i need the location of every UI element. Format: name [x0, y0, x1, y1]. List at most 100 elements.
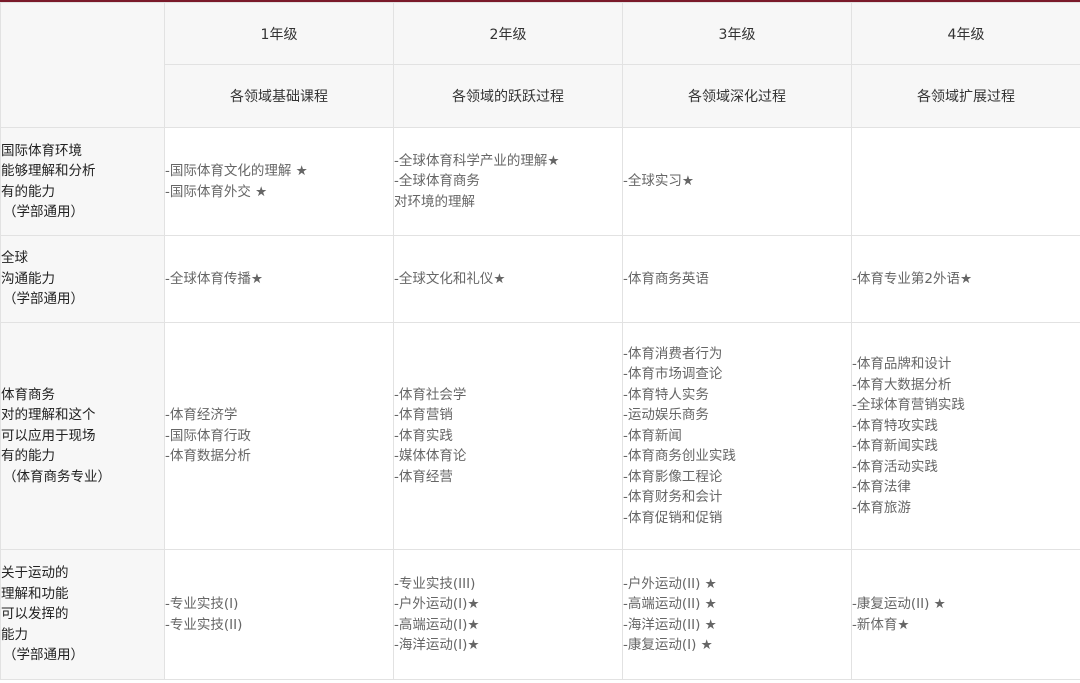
course-cell: -体育消费者行为 -体育市场调查论 -体育特人实务 -运动娱乐商务 -体育新闻 -体育商务… — [622, 322, 852, 550]
course-item: -新体育★ — [852, 616, 910, 633]
competency-header: 关于运动的理解和功能可以发挥的能力 （学部通用） — [0, 549, 165, 680]
course-item: -体育旅游 — [852, 499, 911, 516]
course-item: -体育消费者行为 — [623, 345, 723, 362]
course-item: -运动娱乐商务 — [623, 407, 709, 424]
course-cell: -体育专业第2外语★ — [851, 235, 1080, 323]
course-item: -国际体育行政 — [165, 427, 251, 444]
course-item: -体育商务英语 — [623, 270, 709, 287]
table-row: 体育商务对的理解和这个 可以应用于现场 有的能力 （体育商务专业） -体育经济学 -国际体… — [0, 322, 1080, 550]
course-cell: -体育经济学 -国际体育行政 -体育数据分析 — [164, 322, 394, 550]
course-item: -体育新闻实践 — [852, 438, 938, 454]
course-cell: -体育品牌和设计 -体育大数据分析 -全球体育营销实践 -体育特攻实践 -体育新闻实践 -… — [851, 322, 1080, 550]
course-cell: -全球体育传播★ — [164, 235, 394, 323]
course-item: -体育经济学 — [165, 407, 238, 424]
course-item: -全球体育传播★ — [165, 270, 263, 287]
grade-header-row: 1年级 2年级 3年级 4年级 — [0, 2, 1080, 128]
stage-header-2: 各领域的跃跃过程 — [393, 64, 623, 128]
course-item: -体育促销和促销 — [623, 509, 723, 526]
course-item: -体育专业第2外语★ — [852, 270, 973, 287]
competency-label-line: 能力 — [1, 626, 28, 643]
course-cell: -体育社会学 -体育营销 -体育实践 -媒体体育论 -体育经营 — [393, 322, 623, 550]
competency-label-line: 体育商务 — [1, 386, 55, 403]
competency-label-line: 对的理解和这个 — [1, 407, 96, 424]
course-item: -全球体育营销实践 — [852, 397, 965, 413]
course-item: -户外运动(II) ★ — [623, 575, 717, 592]
competency-label-line: 可以应用于现场 — [1, 427, 96, 444]
table-body: 国际体育环境 能够理解和分析 有的能力 （学部通用） -国际体育文化的理解 ★ -国际体育… — [0, 127, 1080, 680]
course-cell: -康复运动(II) ★ -新体育★ — [851, 549, 1080, 680]
course-item: -专业实技(III) — [394, 575, 476, 592]
course-item: -体育营销 — [394, 407, 453, 424]
competency-label-line: 有的能力 — [1, 448, 55, 465]
course-item: -国际体育外交 ★ — [165, 183, 268, 200]
course-item: -体育市场调查论 — [623, 366, 723, 383]
stage-header-1: 各领域基础课程 — [164, 64, 394, 128]
competency-label-line: 沟通能力 — [1, 270, 55, 287]
grade-header-2: 2年级 — [393, 2, 623, 65]
course-cell: -专业实技(I) -专业实技(II) — [164, 549, 394, 680]
competency-header: 体育商务对的理解和这个 可以应用于现场 有的能力 （体育商务专业） — [0, 322, 165, 550]
course-item: -康复运动(II) ★ — [852, 596, 946, 612]
course-cell: -户外运动(II) ★ -高端运动(II) ★ -海洋运动(II) ★ -康复运动(I… — [622, 549, 852, 680]
curriculum-page: 1年级 2年级 3年级 4年级 各领域基础课程 各领域的跃跃过程 各领域深化过程… — [0, 0, 1080, 683]
stage-header-4: 各领域扩展过程 — [851, 64, 1080, 128]
course-cell: -全球体育科学产业的理解★ -全球体育商务 对环境的理解 — [393, 127, 623, 236]
course-cell: -全球实习★ — [622, 127, 852, 236]
course-item: -专业实技(I) — [165, 596, 239, 612]
course-cell: -全球文化和礼仪★ — [393, 235, 623, 323]
competency-label-line: （体育商务专业） — [3, 468, 111, 485]
course-item: -体育商务创业实践 — [623, 448, 736, 465]
course-item: -体育特攻实践 — [852, 417, 938, 434]
course-item: -户外运动(I)★ — [394, 596, 480, 612]
grade-header-4: 4年级 — [851, 2, 1080, 65]
competency-label-line: （学部通用） — [3, 647, 84, 664]
competency-header: 国际体育环境 能够理解和分析 有的能力 （学部通用） — [0, 127, 165, 236]
competency-label-line: （学部通用） — [3, 291, 84, 308]
course-item: -专业实技(II) — [165, 616, 243, 633]
course-item: -体育影像工程论 — [623, 468, 723, 485]
course-item: -高端运动(I)★ — [394, 616, 480, 633]
course-item: -体育实践 — [394, 427, 453, 444]
course-cell: -专业实技(III) -户外运动(I)★ -高端运动(I)★ -海洋运动(I)★ — [393, 549, 623, 680]
competency-label-line: 可以发挥的 — [1, 606, 69, 623]
course-cell: -体育商务英语 — [622, 235, 852, 323]
grade-header-3: 3年级 — [622, 2, 852, 65]
competency-label-line: 有的能力 — [1, 183, 55, 200]
course-item: -康复运动(I) ★ — [623, 637, 713, 653]
course-item: -国际体育文化的理解 ★ — [165, 163, 308, 179]
competency-label-line: 国际体育环境 — [1, 142, 82, 159]
course-item: -全球实习★ — [623, 173, 694, 190]
stage-header-3: 各领域深化过程 — [622, 64, 852, 128]
course-item: -体育特人实务 — [623, 386, 709, 403]
course-item: -体育新闻 — [623, 427, 682, 444]
course-item: -全球文化和礼仪★ — [394, 270, 506, 287]
course-cell: -国际体育文化的理解 ★ -国际体育外交 ★ — [164, 127, 394, 236]
course-item: -体育法律 — [852, 479, 911, 495]
course-item: -全球体育科学产业的理解★ — [394, 152, 560, 169]
course-item: -高端运动(II) ★ — [623, 596, 717, 612]
course-item: -体育财务和会计 — [623, 489, 723, 506]
corner-cell — [0, 2, 165, 128]
course-item: -体育社会学 — [394, 386, 467, 403]
competency-label-line: 关于运动的 — [1, 565, 69, 582]
course-item: -海洋运动(II) ★ — [623, 616, 717, 633]
course-item: 对环境的理解 — [394, 193, 475, 210]
table-row: 全球沟通能力 （学部通用） -全球体育传播★ -全球文化和礼仪★ -体育商务英语 -体育专… — [0, 235, 1080, 323]
course-item: -海洋运动(I)★ — [394, 637, 480, 653]
course-item: -体育活动实践 — [852, 458, 938, 475]
course-item: -体育数据分析 — [165, 448, 251, 465]
course-item: -媒体体育论 — [394, 448, 467, 465]
competency-label-line: （学部通用） — [3, 204, 84, 220]
course-item: -全球体育商务 — [394, 173, 480, 190]
competency-label-line: 能够理解和分析 — [1, 163, 96, 179]
competency-label-line: 理解和功能 — [1, 585, 69, 602]
course-item: -体育品牌和设计 — [852, 356, 952, 372]
table-row: 国际体育环境 能够理解和分析 有的能力 （学部通用） -国际体育文化的理解 ★ -国际体育… — [0, 127, 1080, 236]
competency-header: 全球沟通能力 （学部通用） — [0, 235, 165, 323]
grade-header-1: 1年级 — [164, 2, 394, 65]
table-row: 关于运动的理解和功能可以发挥的能力 （学部通用） -专业实技(I) -专业实技(II)… — [0, 549, 1080, 680]
curriculum-table: 1年级 2年级 3年级 4年级 各领域基础课程 各领域的跃跃过程 各领域深化过程… — [0, 2, 1080, 680]
course-cell — [851, 127, 1080, 236]
course-item: -体育经营 — [394, 468, 453, 485]
competency-label-line: 全球 — [1, 250, 28, 267]
